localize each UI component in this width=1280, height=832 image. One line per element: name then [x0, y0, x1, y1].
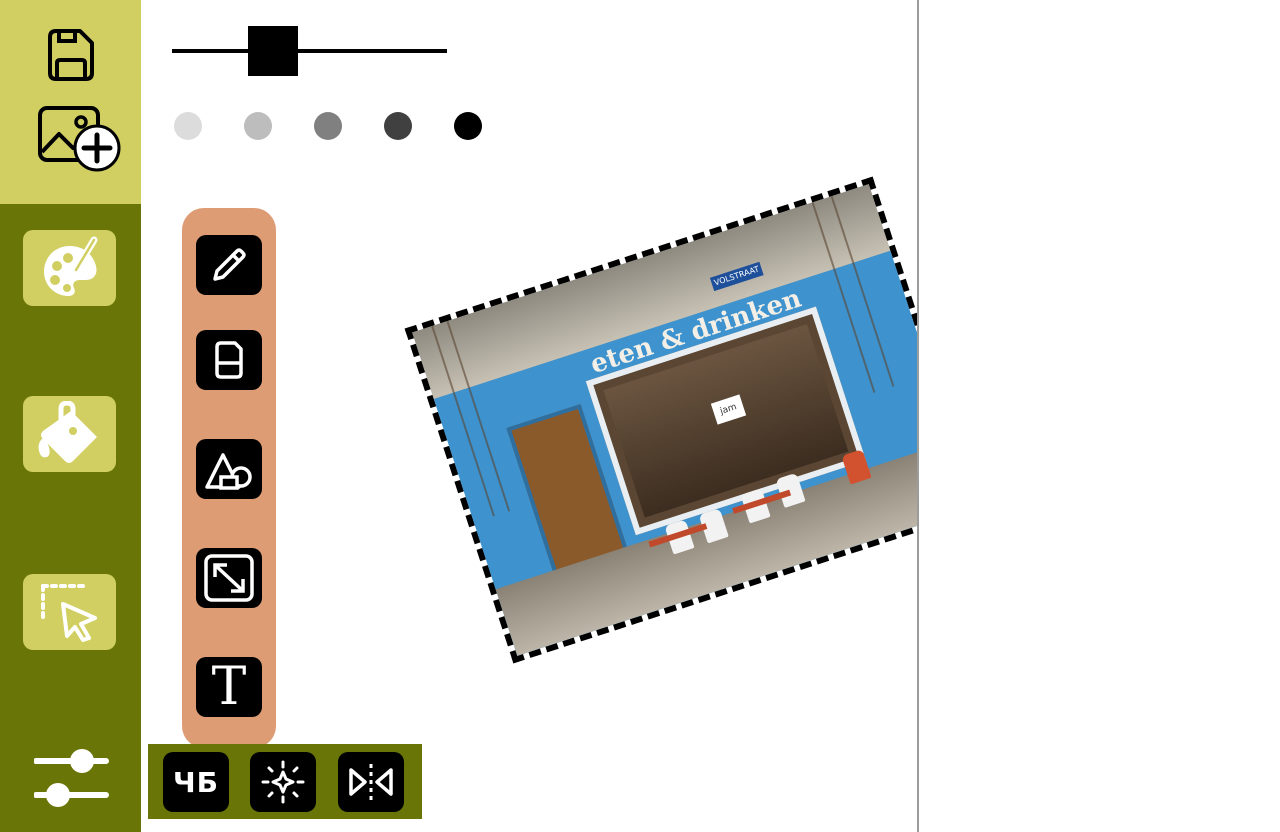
eraser-tool-button[interactable]	[196, 330, 262, 390]
resize-tool-button[interactable]	[196, 548, 262, 608]
bw-filter-icon: ЧБ	[173, 765, 219, 799]
fill-button[interactable]	[23, 396, 116, 472]
text-tool-button[interactable]: T	[196, 657, 262, 717]
sidebar-main	[0, 204, 141, 832]
tool-palette: T	[182, 208, 276, 748]
palette-icon	[43, 236, 97, 296]
brightness-sparkle-icon	[261, 760, 305, 804]
color-swatch[interactable]	[454, 112, 482, 140]
save-icon[interactable]	[42, 27, 98, 83]
color-swatch[interactable]	[174, 112, 202, 140]
right-panel	[919, 0, 1280, 832]
canvas-area[interactable]: eten & drinken VOLSTRAAT jam T ЧБ	[141, 0, 918, 832]
mirror-flip-icon	[349, 764, 393, 800]
resize-icon	[204, 554, 254, 602]
shapes-icon	[205, 453, 252, 490]
selection-pointer-icon	[40, 584, 97, 642]
color-swatch[interactable]	[244, 112, 272, 140]
brush-size-slider-thumb[interactable]	[248, 26, 298, 76]
color-swatch[interactable]	[384, 112, 412, 140]
paint-bucket-icon	[38, 401, 97, 463]
pencil-tool-button[interactable]	[196, 235, 262, 295]
filter-bar: ЧБ	[148, 744, 422, 819]
sliders-icon[interactable]	[33, 746, 110, 808]
eraser-icon	[215, 341, 243, 379]
pencil-icon	[213, 248, 246, 281]
text-icon: T	[211, 657, 247, 717]
photo-canvas-image[interactable]: eten & drinken VOLSTRAAT jam	[405, 175, 918, 665]
sidebar-top	[0, 0, 141, 204]
palette-button[interactable]	[23, 230, 116, 306]
photo-content: eten & drinken VOLSTRAAT jam	[412, 184, 918, 656]
select-button[interactable]	[23, 574, 116, 650]
shapes-tool-button[interactable]	[196, 439, 262, 499]
add-image-icon[interactable]	[37, 104, 121, 174]
brightness-filter-button[interactable]	[250, 752, 316, 812]
color-swatch[interactable]	[314, 112, 342, 140]
brush-size-slider-track[interactable]	[172, 49, 447, 53]
mirror-filter-button[interactable]	[338, 752, 404, 812]
bw-filter-button[interactable]: ЧБ	[163, 752, 229, 812]
